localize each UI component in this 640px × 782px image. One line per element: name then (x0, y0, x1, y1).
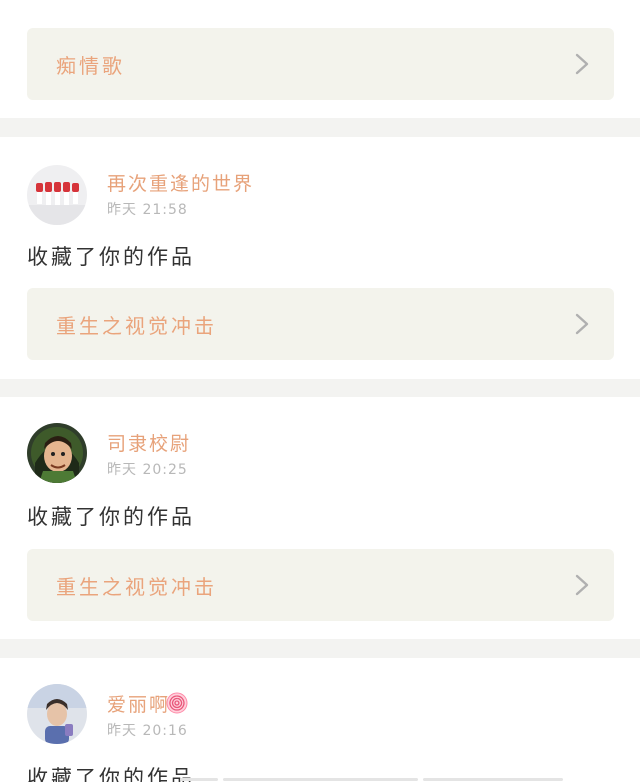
avatar[interactable] (27, 684, 87, 744)
work-link[interactable]: 重生之视觉冲击 (27, 549, 614, 621)
work-title: 重生之视觉冲击 (56, 575, 217, 599)
chevron-right-icon (575, 313, 589, 335)
feed-card: 司隶校尉 昨天 20:25 收藏了你的作品 重生之视觉冲击 (0, 397, 640, 639)
feed-action-text: 收藏了你的作品 (27, 505, 195, 529)
swirl-lollipop-icon (166, 692, 188, 714)
timestamp: 昨天 20:16 (107, 723, 188, 739)
avatar-image (27, 165, 87, 225)
feed-card: 爱丽啊 昨天 20:16 收藏了你的作品 (0, 658, 640, 782)
feed-card: 再次重逢的世界 昨天 21:58 收藏了你的作品 重生之视觉冲击 (0, 137, 640, 379)
work-title: 痴情歌 (56, 54, 125, 78)
timestamp: 昨天 20:25 (107, 462, 188, 478)
avatar[interactable] (27, 423, 87, 483)
timestamp: 昨天 21:58 (107, 202, 188, 218)
avatar-image (27, 423, 87, 483)
avatar-image (27, 684, 87, 744)
feed-action-text: 收藏了你的作品 (27, 245, 195, 269)
username-text: 爱丽啊 (107, 694, 171, 716)
activity-feed: 痴情歌 再次重逢的世界 昨天 21:58 收藏了你的作品 重生之视觉冲击 司隶校… (0, 0, 640, 782)
feed-action-text-cut (27, 0, 51, 16)
work-title: 重生之视觉冲击 (56, 314, 217, 338)
work-link[interactable]: 重生之视觉冲击 (27, 288, 614, 360)
feed-card: 痴情歌 (0, 0, 640, 118)
avatar[interactable] (27, 165, 87, 225)
username[interactable]: 再次重逢的世界 (107, 169, 254, 196)
chevron-right-icon (575, 574, 589, 596)
work-link[interactable]: 痴情歌 (27, 28, 614, 100)
chevron-right-icon (575, 53, 589, 75)
scroll-indicator (180, 778, 563, 781)
username[interactable]: 爱丽啊 (107, 690, 170, 717)
username[interactable]: 司隶校尉 (107, 429, 191, 456)
